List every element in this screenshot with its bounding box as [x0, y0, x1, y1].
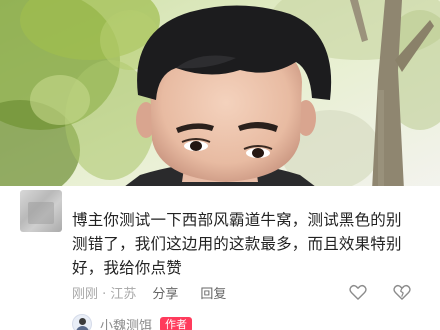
comment-meta-row: 刚刚 · 江苏 分享 回复: [72, 282, 226, 302]
broken-heart-outline-icon[interactable]: [392, 282, 412, 302]
commenter-avatar[interactable]: [20, 190, 62, 232]
reply-button[interactable]: 回复: [200, 283, 226, 302]
comment-time-location: 刚刚 · 江苏: [72, 286, 137, 302]
author-name[interactable]: 小魏测饵: [100, 315, 152, 330]
author-badge: 作者: [160, 316, 193, 330]
heart-outline-icon[interactable]: [348, 282, 368, 302]
share-button[interactable]: 分享: [152, 283, 178, 302]
comment-card: 博主你测试一下西部风霸道牛窝，测试黑色的别测错了，我们这边用的这款最多，而且效果…: [0, 186, 440, 330]
screen: 博主你测试一下西部风霸道牛窝，测试黑色的别测错了，我们这边用的这款最多，而且效果…: [0, 0, 440, 330]
author-avatar[interactable]: [72, 314, 92, 330]
author-reply-row[interactable]: 小魏测饵 作者: [72, 314, 193, 330]
comment-text[interactable]: 博主你测试一下西部风霸道牛窝，测试黑色的别测错了，我们这边用的这款最多，而且效果…: [72, 208, 412, 280]
video-image: [0, 0, 440, 190]
video-frame[interactable]: [0, 0, 440, 190]
